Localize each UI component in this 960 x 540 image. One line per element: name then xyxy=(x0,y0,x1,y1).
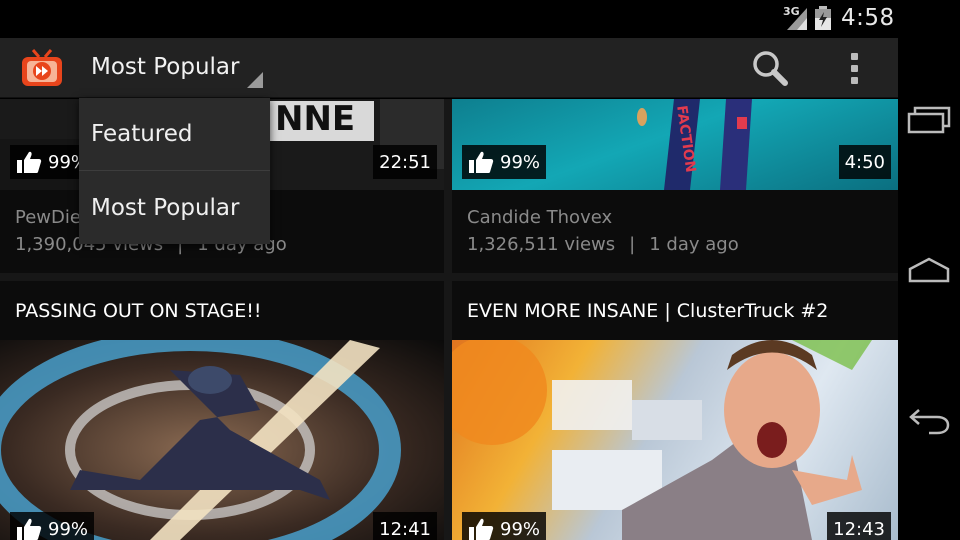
recent-apps-icon[interactable] xyxy=(906,100,952,140)
like-ratio: 99% xyxy=(48,518,89,540)
battery-icon xyxy=(814,6,832,30)
duration-badge: 22:51 xyxy=(373,145,437,179)
like-ratio-badge: 99% xyxy=(10,512,95,540)
video-card[interactable]: PASSING OUT ON STAGE!! 99% 12:41 xyxy=(0,281,444,540)
home-icon[interactable] xyxy=(906,250,952,290)
duration-badge: 12:41 xyxy=(373,512,437,540)
like-ratio-badge: 99% xyxy=(462,512,547,540)
menu-item-featured[interactable]: Featured xyxy=(79,98,270,171)
view-selector-label: Most Popular xyxy=(91,54,240,80)
view-selector-dropdown[interactable]: Most Popular xyxy=(78,38,268,98)
menu-item-most-popular[interactable]: Most Popular xyxy=(79,171,270,244)
navigation-bar xyxy=(898,38,960,540)
clock: 4:58 xyxy=(841,5,895,31)
like-ratio: 99% xyxy=(500,518,541,540)
channel-name[interactable]: Candide Thovex xyxy=(467,207,612,228)
thumbs-up-icon xyxy=(469,518,494,540)
duration-badge: 12:43 xyxy=(827,512,891,540)
video-thumbnail[interactable]: 99% 12:43 xyxy=(452,340,898,540)
action-bar: Most Popular xyxy=(0,38,898,98)
video-card[interactable]: EVEN MORE INSANE | ClusterTruck #2 99% 1… xyxy=(452,281,898,540)
video-meta: 1,326,511 views | 1 day ago xyxy=(467,234,739,255)
video-thumbnail[interactable]: FACTION 99% 4:50 xyxy=(452,99,898,190)
like-ratio-badge: 99% xyxy=(462,145,547,179)
video-card[interactable]: FACTION 99% 4:50 Candide Thovex 1,326,51… xyxy=(452,99,898,273)
meta-separator: | xyxy=(629,234,636,255)
thumbs-up-icon xyxy=(469,151,494,173)
video-title[interactable]: EVEN MORE INSANE | ClusterTruck #2 xyxy=(467,300,828,322)
overflow-menu-icon[interactable] xyxy=(836,46,872,90)
like-ratio: 99% xyxy=(500,151,541,173)
thumbs-up-icon xyxy=(17,151,42,173)
tube-app-logo-icon[interactable] xyxy=(20,48,64,88)
video-title[interactable]: PASSING OUT ON STAGE!! xyxy=(15,300,261,322)
view-count: 1,326,511 views xyxy=(467,234,616,255)
view-selector-menu: Featured Most Popular xyxy=(79,98,270,244)
duration-badge: 4:50 xyxy=(838,145,891,179)
signal-icon: 3G xyxy=(783,5,809,30)
thumbnail-text: NNE xyxy=(275,99,356,139)
video-thumbnail[interactable]: 99% 12:41 xyxy=(0,340,444,540)
back-icon[interactable] xyxy=(906,400,952,440)
status-bar: 3G 4:58 xyxy=(0,0,960,38)
search-icon[interactable] xyxy=(748,46,792,90)
network-type: 3G xyxy=(783,5,800,18)
upload-age: 1 day ago xyxy=(649,234,739,255)
thumbs-up-icon xyxy=(17,518,42,540)
dropdown-corner-icon xyxy=(247,72,263,88)
